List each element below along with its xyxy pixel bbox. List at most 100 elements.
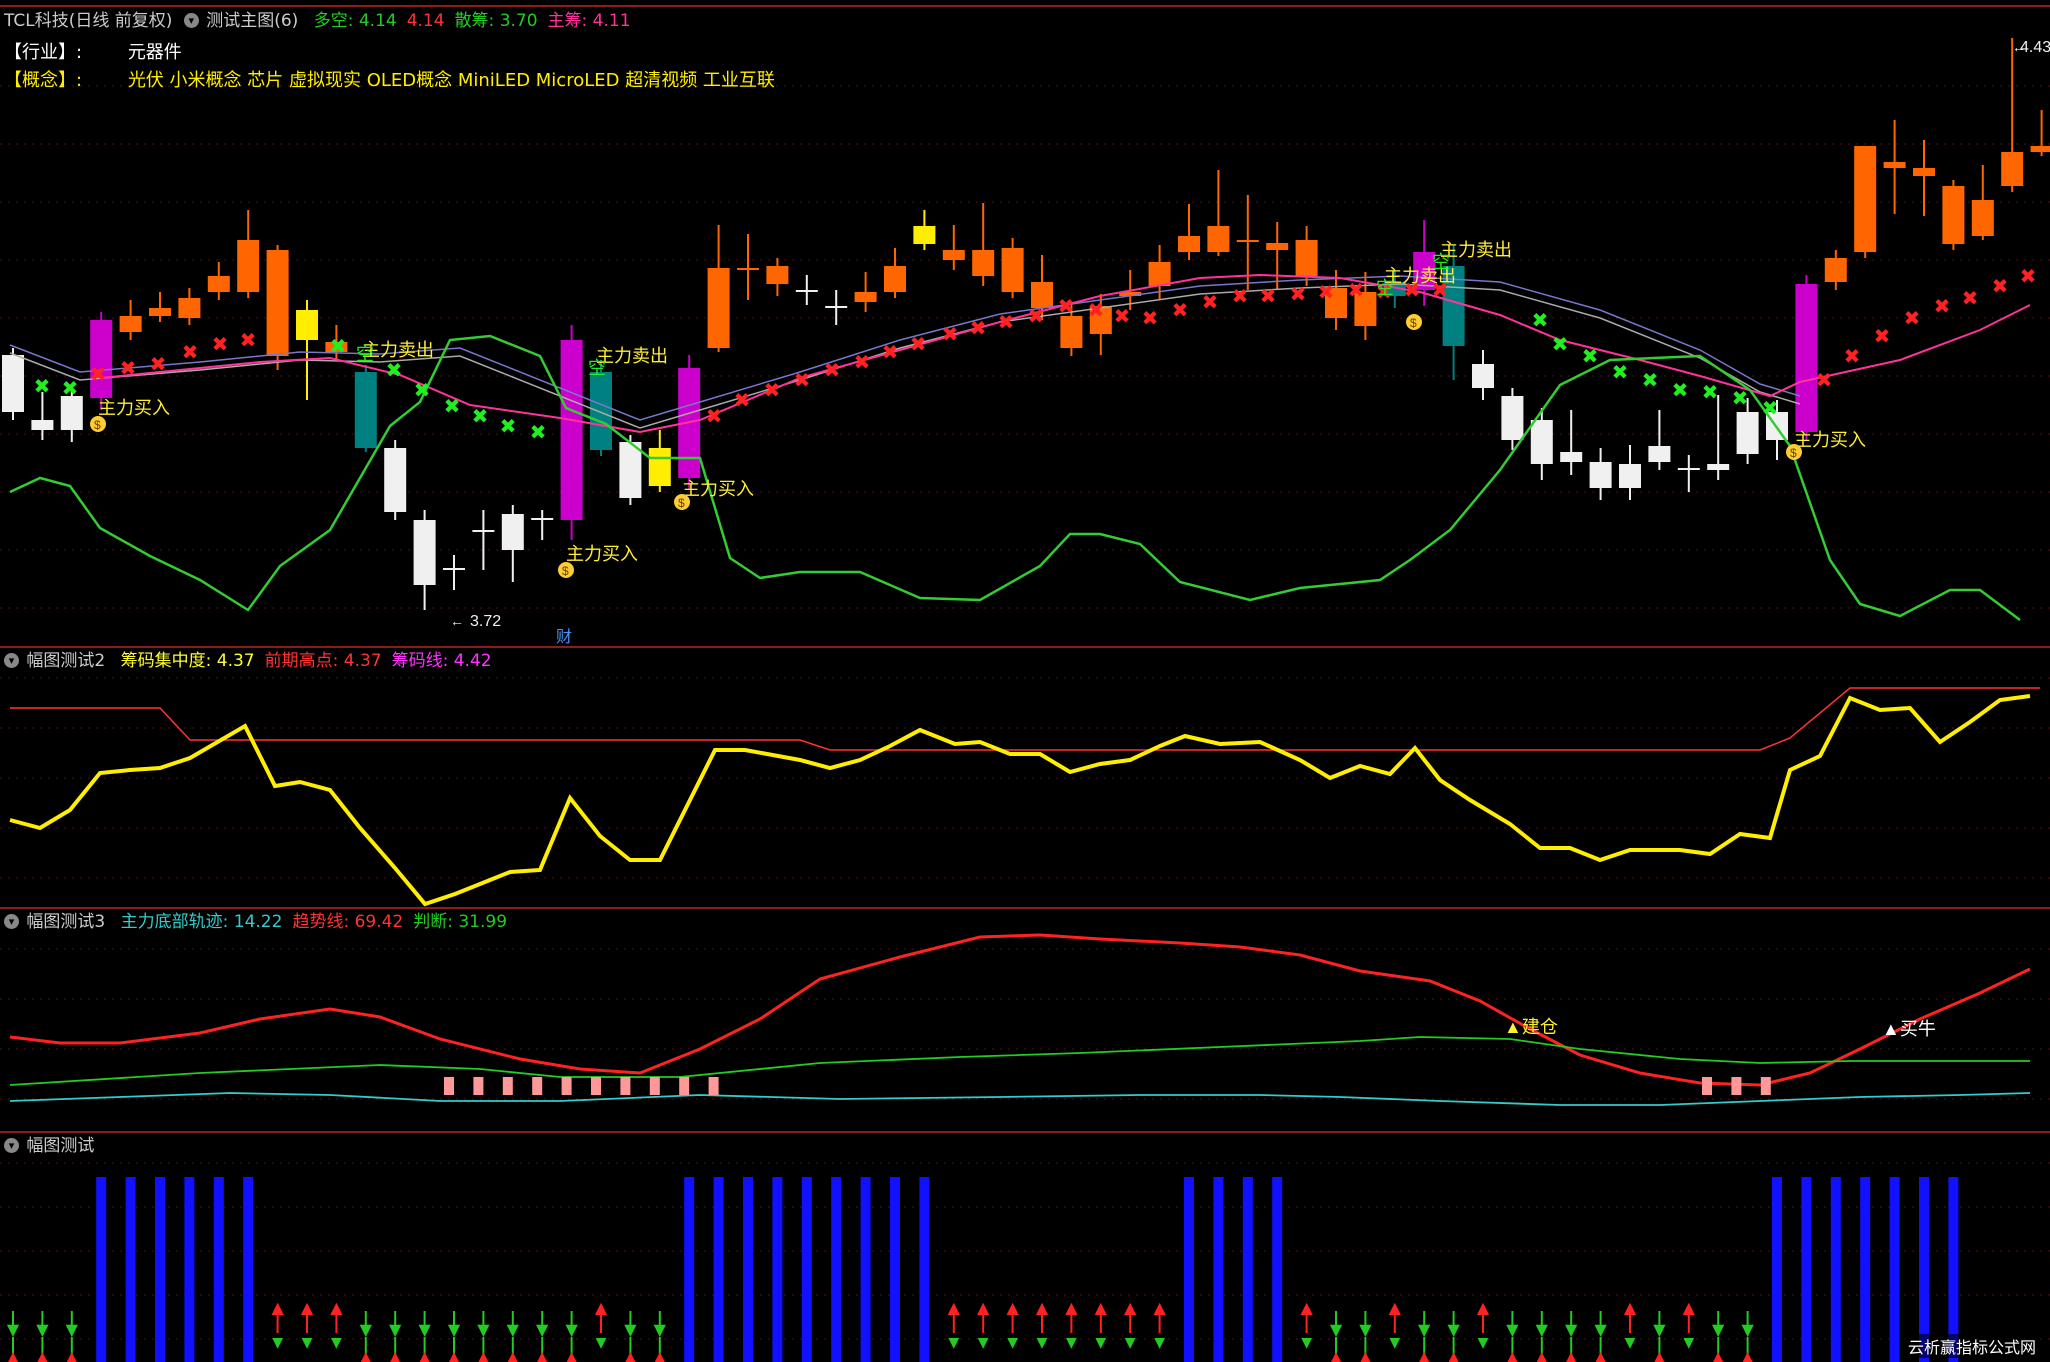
candle-body — [1060, 316, 1083, 348]
down-arrow: ▼ — [1154, 1335, 1165, 1351]
signal-bar — [1772, 1177, 1782, 1362]
down-arrow: ▼ — [1625, 1335, 1636, 1351]
down-arrow: ▼ — [1653, 1320, 1666, 1339]
judgment-line — [9, 1036, 2030, 1086]
down-arrow: ▼ — [596, 1335, 607, 1351]
candle-body — [1589, 462, 1612, 488]
trend-chart[interactable]: ▲建仓 ▲买牛 — [0, 909, 2050, 1132]
down-arrow: ▼ — [624, 1320, 637, 1339]
signal-bar — [1889, 1177, 1900, 1362]
down-arrow: ▼ — [272, 1335, 283, 1351]
sell-signal-label: 主力卖出 — [596, 346, 668, 366]
candle-body — [1178, 236, 1200, 252]
down-arrow: ▼ — [1066, 1335, 1077, 1351]
candle-body — [737, 268, 759, 270]
signal-bar — [1830, 1177, 1841, 1362]
candle-body — [1795, 284, 1818, 432]
x-marker: ✖ — [1348, 278, 1365, 302]
up-arrow: ▲ — [360, 1349, 371, 1362]
industry-value[interactable]: 元器件 — [128, 42, 182, 63]
candle-body — [766, 266, 789, 284]
x-marker: ✖ — [120, 356, 137, 380]
x-marker: ✖ — [1318, 280, 1335, 304]
prior-high-line — [10, 687, 2040, 751]
x-marker: ✖ — [998, 310, 1015, 334]
x-marker: ✖ — [182, 340, 199, 364]
down-arrow: ▼ — [1683, 1335, 1694, 1351]
main-indicator-name[interactable]: 测试主图(6) — [206, 11, 298, 31]
sub-chart-pane-2[interactable]: ▾ 幅图测试2 筹码集中度: 4.37 前期高点: 4.37 筹码线: 4.42 — [0, 648, 2050, 908]
down-arrow: ▼ — [978, 1335, 989, 1351]
up-arrow: ▲ — [1536, 1349, 1547, 1362]
candlestick-chart[interactable]: ✖ ✖ ✖ ✖ ✖ ✖ ✖ ✖ ✖ ✖ ✖ ✖ ✖ ✖ ✖ ✖ ✖ ✖ ✖ ✖ ✖ ✖ ✖ ✖ ✖ ✖ ✖ ✖ ✖ ✖ ✖ ✖ ✖ ✖ ✖ ✖ ✖ ✖ ✖ ✖… — [0, 0, 2050, 648]
candle-body — [1501, 396, 1524, 440]
x-marker: ✖ — [1962, 286, 1979, 310]
industry-label: 【行业】: — [4, 42, 83, 63]
x-marker: ✖ — [330, 334, 347, 358]
down-arrow: ▼ — [536, 1320, 549, 1339]
pane4-menu-icon[interactable]: ▾ — [4, 1137, 19, 1153]
pink-bar — [620, 1077, 631, 1095]
down-arrow: ▼ — [1007, 1335, 1018, 1351]
stock-title[interactable]: TCL科技(日线 前复权) — [4, 11, 172, 31]
concept-value[interactable]: 光伏 小米概念 芯片 虚拟现实 OLED概念 MiniLED MicroLED … — [128, 70, 775, 91]
candle-body — [1266, 243, 1289, 250]
x-marker: ✖ — [1934, 294, 1951, 318]
concept-label: 【概念】: — [4, 70, 83, 91]
candle-body — [942, 250, 965, 260]
down-arrow: ▼ — [36, 1320, 49, 1339]
signal-bar — [772, 1177, 783, 1362]
candle-body — [2030, 146, 2050, 152]
pane3-title[interactable]: 幅图测试3 — [26, 912, 105, 932]
candle-body — [1560, 452, 1583, 462]
indicator-menu-icon[interactable]: ▾ — [183, 12, 199, 28]
down-arrow: ▼ — [507, 1320, 520, 1339]
pane2-header: ▾ 幅图测试2 筹码集中度: 4.37 前期高点: 4.37 筹码线: 4.42 — [0, 648, 496, 674]
candle-body — [90, 320, 113, 398]
candle-body — [707, 268, 730, 348]
pane2-menu-icon[interactable]: ▾ — [4, 652, 19, 668]
candle-body — [296, 310, 318, 340]
kong-label: 空 — [1432, 252, 1450, 272]
concept-line: 【概念】: 光伏 小米概念 芯片 虚拟现实 OLED概念 MiniLED Mic… — [4, 66, 775, 92]
candle-body — [1236, 240, 1259, 242]
chip-concentration-chart[interactable] — [0, 648, 2050, 908]
signal-bar-chart[interactable]: ▼ ▲ ▼ ▲ ▼ ▲ ▲ ▼ ▲ ▼ ▲ ▼ ▼ ▲ ▼ ▲ ▼ ▲ ▼ ▲ ▼ ▲ ▼ ▲ ▼ ▲ ▼ ▲ ▲ ▼ ▼ ▲ ▼ ▲ ▲ ▼ ▲ ▼ ▲ ▼… — [0, 1133, 2050, 1362]
pink-bar — [473, 1077, 484, 1095]
x-marker: ✖ — [1232, 284, 1249, 308]
main-chart-pane[interactable]: ✖ ✖ ✖ ✖ ✖ ✖ ✖ ✖ ✖ ✖ ✖ ✖ ✖ ✖ ✖ ✖ ✖ ✖ ✖ ✖ ✖ ✖ ✖ ✖ ✖ ✖ ✖ ✖ ✖ ✖ ✖ ✖ ✖ ✖ ✖ ✖ ✖ ✖ ✖ ✖… — [0, 0, 2050, 648]
x-marker: ✖ — [414, 378, 431, 402]
x-marker: ✖ — [854, 350, 871, 374]
down-arrow: ▼ — [331, 1335, 342, 1351]
pane3-menu-icon[interactable]: ▾ — [4, 913, 19, 929]
x-marker: ✖ — [1582, 344, 1599, 368]
x-marker: ✖ — [90, 362, 107, 386]
signal-bar — [184, 1177, 195, 1362]
candle-body — [1648, 446, 1671, 462]
pink-bar — [1760, 1077, 1771, 1095]
x-marker: ✖ — [1762, 396, 1779, 420]
sub-chart-pane-3[interactable]: ▲建仓 ▲买牛 ▾ 幅图测试3 主力底部轨迹: 14.22 趋势线: 69.42 判断… — [0, 909, 2050, 1132]
sub-chart-pane-4[interactable]: ▼ ▲ ▼ ▲ ▼ ▲ ▲ ▼ ▲ ▼ ▲ ▼ ▼ ▲ ▼ ▲ ▼ ▲ ▼ ▲ ▼ ▲ ▼ ▲ ▼ ▲ ▼ ▲ ▲ ▼ ▼ ▲ ▼ ▲ ▲ ▼ ▲ ▼ ▲ ▼… — [0, 1133, 2050, 1362]
candle-body — [178, 298, 201, 318]
pane4-title[interactable]: 幅图测试 — [26, 1136, 94, 1156]
candle-body — [149, 308, 171, 316]
pane2-title[interactable]: 幅图测试2 — [26, 651, 105, 671]
pink-bar — [1731, 1077, 1742, 1095]
up-arrow: ▲ — [507, 1349, 518, 1362]
candle-body — [1736, 412, 1759, 454]
indicator-value: 多空: 4.14 — [313, 11, 397, 31]
candle-body — [1207, 226, 1230, 252]
candle-body — [560, 340, 583, 520]
x-marker: ✖ — [500, 414, 517, 438]
up-arrow: ▲ — [1419, 1349, 1430, 1362]
candle-body — [648, 448, 671, 486]
price-high-label: 4.43 — [2020, 39, 2050, 56]
candle-body — [413, 520, 436, 585]
up-arrow: ▲ — [37, 1349, 48, 1362]
signal-bar — [96, 1177, 107, 1362]
x-marker: ✖ — [2020, 264, 2037, 288]
down-arrow: ▼ — [1330, 1320, 1343, 1339]
pane2-values: 筹码集中度: 4.37 前期高点: 4.37 筹码线: 4.42 — [113, 651, 494, 671]
x-marker: ✖ — [1290, 282, 1307, 306]
